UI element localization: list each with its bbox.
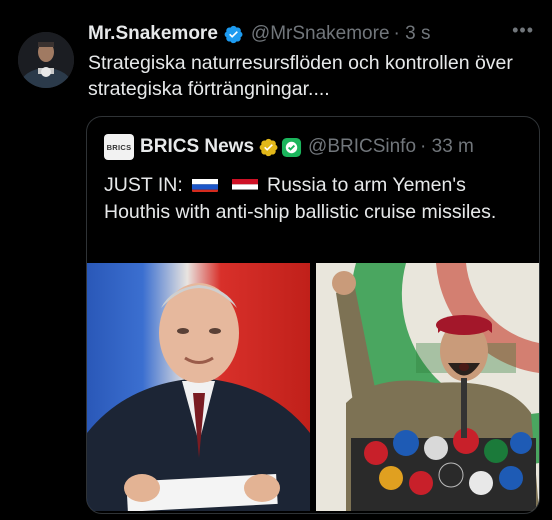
- russia-flag-icon: [192, 176, 219, 192]
- photo-right[interactable]: [316, 263, 539, 511]
- quoted-tweet[interactable]: BRICS BRICS News @BRICSinfo · 33 m JUST …: [86, 116, 540, 514]
- affiliate-badge-icon[interactable]: [281, 137, 302, 158]
- display-name[interactable]: Mr.Snakemore: [88, 23, 218, 45]
- gold-verified-badge-icon[interactable]: [258, 137, 279, 158]
- photo-right-image: [316, 263, 539, 511]
- tweet[interactable]: Mr.Snakemore @MrSnakemore · 3 s ••• Stra…: [0, 0, 552, 520]
- quoted-display-name[interactable]: BRICS News: [140, 136, 254, 158]
- brics-logo-text: BRICS: [106, 142, 132, 152]
- handle[interactable]: @MrSnakemore: [251, 23, 390, 45]
- quoted-timestamp[interactable]: · 33 m: [420, 136, 474, 158]
- quoted-text: JUST IN: Russia to arm Yemen's Houthis w…: [104, 172, 524, 226]
- brics-logo[interactable]: BRICS: [104, 134, 134, 160]
- tweet-header: Mr.Snakemore @MrSnakemore · 3 s: [88, 21, 542, 47]
- tweet-text: Strategiska naturresursflöden och kontro…: [88, 52, 513, 100]
- avatar-image: [18, 32, 74, 88]
- photo-left-image: [87, 263, 310, 511]
- more-dots-icon[interactable]: •••: [512, 20, 534, 41]
- yemen-flag-icon: [231, 176, 258, 192]
- verified-badge-icon[interactable]: [223, 24, 244, 45]
- quoted-text-prefix: JUST IN:: [104, 174, 183, 196]
- photo-left[interactable]: [87, 263, 310, 511]
- avatar[interactable]: [18, 32, 74, 88]
- quoted-handle[interactable]: @BRICSinfo: [308, 136, 416, 158]
- quoted-media: [87, 261, 539, 513]
- timestamp[interactable]: · 3 s: [394, 23, 431, 45]
- quoted-header: BRICS BRICS News @BRICSinfo · 33 m: [104, 134, 474, 160]
